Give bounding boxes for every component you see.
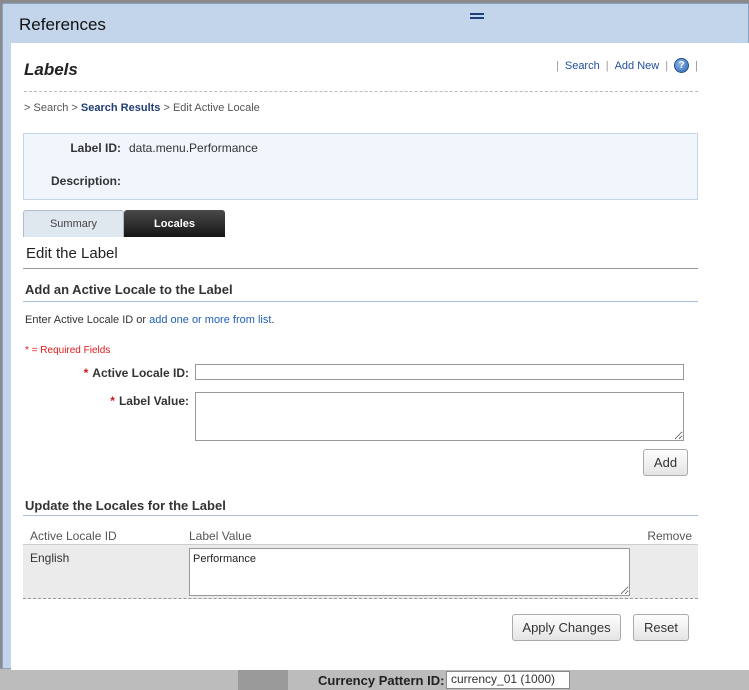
active-locale-id-input[interactable] (195, 364, 684, 380)
update-divider (23, 515, 698, 516)
tab-summary[interactable]: Summary (23, 210, 124, 237)
label-info-box: Label ID: data.menu.Performance Descript… (23, 133, 698, 200)
search-link[interactable]: Search (565, 60, 600, 72)
edit-heading: Edit the Label (26, 245, 118, 262)
references-dialog: References Labels | Search | Add New | ?… (2, 3, 749, 670)
dialog-body: Labels | Search | Add New | ? | > Search… (11, 43, 749, 670)
reset-button[interactable]: Reset (633, 614, 689, 641)
tab-locales[interactable]: Locales (124, 210, 225, 237)
update-locales-heading: Update the Locales for the Label (25, 498, 226, 513)
add-divider (23, 301, 698, 302)
breadcrumb-search-results[interactable]: Search Results (81, 102, 160, 114)
column-label-value: Label Value (189, 529, 252, 543)
top-links: | Search | Add New | ? | (556, 58, 698, 73)
column-active-locale-id: Active Locale ID (30, 529, 117, 543)
add-button[interactable]: Add (643, 449, 688, 476)
description-label: Description: (50, 174, 121, 188)
panel-title: Labels (24, 60, 78, 79)
header-divider (24, 91, 698, 92)
breadcrumb-current: Edit Active Locale (172, 102, 260, 114)
table-header: Active Locale ID Label Value Remove (23, 527, 698, 545)
edit-divider (23, 268, 698, 269)
locale-cell: English (30, 551, 70, 565)
background-column (238, 668, 288, 690)
help-icon[interactable]: ? (674, 58, 690, 73)
apply-changes-button[interactable]: Apply Changes (512, 614, 621, 641)
locale-id-label: * Active Locale ID: (83, 366, 189, 380)
dialog-title: References (19, 15, 106, 34)
background-field-input[interactable]: currency_01 (1000) (446, 671, 570, 689)
add-locale-heading: Add an Active Locale to the Label (25, 282, 233, 297)
required-note: * = Required Fields (25, 345, 111, 356)
label-id-label: Label ID: (70, 141, 121, 155)
breadcrumb-search[interactable]: Search (34, 102, 69, 114)
background-field-label: Currency Pattern ID: (318, 673, 445, 688)
drag-handle-icon[interactable] (470, 13, 484, 19)
column-remove: Remove (647, 529, 692, 543)
add-from-list-link[interactable]: add one or more from list (149, 314, 271, 326)
label-value-input[interactable] (195, 392, 684, 441)
locales-table: Active Locale ID Label Value Remove Engl… (23, 527, 698, 599)
locale-label-value-input[interactable]: Performance (189, 548, 630, 596)
add-new-link[interactable]: Add New (615, 60, 660, 72)
label-value-label: * Label Value: (110, 394, 189, 408)
locale-hint: Enter Active Locale ID or add one or mor… (25, 314, 275, 326)
breadcrumb: > Search > Search Results > Edit Active … (24, 102, 260, 114)
table-row: English Performance (23, 545, 698, 599)
label-id-value: data.menu.Performance (129, 141, 258, 155)
